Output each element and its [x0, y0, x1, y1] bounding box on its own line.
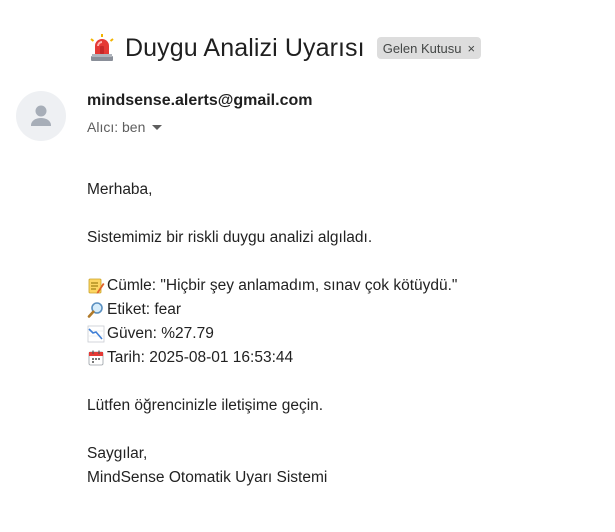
label-row: Etiket: fear [87, 298, 457, 322]
email-subject-row: Duygu Analizi Uyarısı Gelen Kutusu × [87, 30, 482, 66]
date-text: Tarih: 2025-08-01 16:53:44 [107, 349, 294, 366]
sender-address[interactable]: mindsense.alerts@gmail.com [87, 92, 312, 110]
caret-down-icon[interactable] [152, 125, 163, 130]
remove-label-icon[interactable]: × [467, 41, 475, 56]
calendar-icon [87, 349, 105, 367]
person-icon [31, 105, 51, 126]
recipient-label: Alıcı: ben [87, 119, 146, 135]
signature-line: MindSense Otomatik Uyarı Sistemi [87, 469, 328, 486]
siren-icon [87, 33, 117, 63]
request-line: Lütfen öğrencinizle iletişime geçin. [87, 397, 324, 414]
label-text: Etiket: fear [107, 301, 182, 318]
recipient-details-toggle[interactable]: Alıcı: ben [87, 119, 163, 135]
chart-decreasing-icon [87, 325, 105, 343]
confidence-row: Güven: %27.79 [87, 322, 457, 346]
sender-avatar[interactable] [16, 91, 66, 141]
greeting-line: Merhaba, [87, 181, 153, 198]
confidence-text: Güven: %27.79 [107, 325, 214, 342]
email-subject: Duygu Analizi Uyarısı [125, 33, 365, 62]
closing-line: Saygılar, [87, 445, 148, 462]
sentence-text: Cümle: "Hiçbir şey anlamadım, sınav çok … [107, 277, 458, 294]
inbox-label-chip[interactable]: Gelen Kutusu × [376, 37, 482, 59]
intro-line: Sistemimiz bir riskli duygu analizi algı… [87, 229, 373, 246]
inbox-label-text: Gelen Kutusu [382, 40, 462, 56]
sentence-row: Cümle: "Hiçbir şey anlamadım, sınav çok … [87, 274, 457, 298]
email-body: Merhaba, Sistemimiz bir riskli duygu ana… [87, 178, 457, 490]
memo-icon [87, 277, 105, 295]
date-row: Tarih: 2025-08-01 16:53:44 [87, 346, 457, 370]
magnifier-icon [87, 301, 105, 319]
